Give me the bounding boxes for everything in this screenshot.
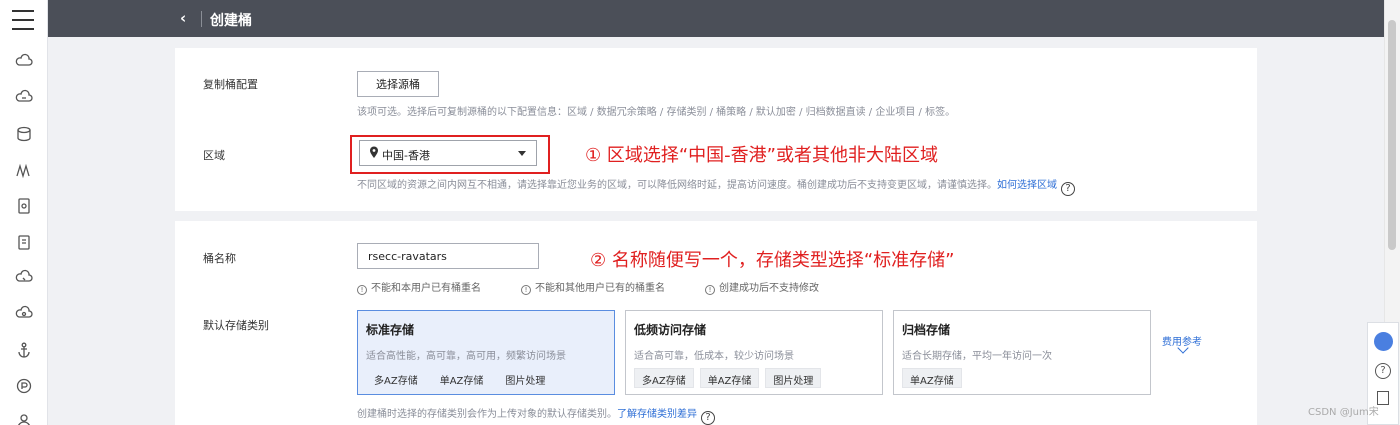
menu-icon[interactable] (12, 10, 34, 30)
cloud-compute-icon[interactable] (14, 88, 34, 108)
option-title: 归档存储 (902, 323, 951, 337)
region-select[interactable]: 中国-香港 (359, 140, 537, 166)
tag-multi-az: 多AZ存储 (634, 368, 694, 388)
bucket-name-rule: ! 创建成功后不支持修改 (705, 279, 819, 295)
back-icon[interactable]: ‹ (180, 9, 186, 27)
option-desc: 适合高性能，高可靠，高可用，频繁访问场景 (366, 351, 566, 362)
tag-single-az: 单AZ存储 (439, 376, 484, 387)
region-selected-value: 中国-香港 (382, 149, 430, 162)
select-source-bucket-button[interactable]: 选择源桶 (357, 71, 439, 97)
storage-option-infrequent[interactable]: 低频访问存储 适合高可靠，低成本，较少访问场景 多AZ存储 单AZ存储 图片处理 (625, 310, 883, 395)
bucket-name-rule: ! 不能和其他用户已有的桶重名 (521, 279, 665, 295)
help-icon[interactable]: ? (1061, 182, 1075, 196)
tag-image-processing: 图片处理 (505, 376, 546, 387)
info-icon: ! (521, 285, 531, 295)
database-icon[interactable] (14, 124, 34, 144)
help-icon[interactable]: ? (701, 411, 715, 425)
scrollbar-thumb[interactable] (1388, 20, 1396, 250)
region-hint: 不同区域的资源之间内网互不相通，请选择靠近您业务的区域，可以降低网络时延，提高访… (357, 176, 1075, 196)
anchor-icon[interactable] (14, 340, 34, 360)
customer-service-icon[interactable] (1374, 332, 1393, 351)
info-icon: ! (357, 285, 367, 295)
storage-class-label: 默认存储类别 (203, 319, 269, 332)
tag-single-az: 单AZ存储 (902, 368, 962, 388)
chevron-down-icon (518, 151, 526, 156)
region-hint-text: 不同区域的资源之间内网互不相通，请选择靠近您业务的区域，可以降低网络时延，提高访… (357, 180, 997, 191)
divider (201, 11, 202, 27)
watermark: CSDN @Jum宋 (1308, 407, 1379, 418)
storage-class-hint: 创建桶时选择的存储类别会作为上传对象的默认存储类别。了解存储类别差异? (357, 405, 715, 425)
page-title: 创建桶 (210, 13, 252, 29)
storage-class-hint-text: 创建桶时选择的存储类别会作为上传对象的默认存储类别。 (357, 409, 617, 420)
cloud-monitor-icon[interactable] (14, 268, 34, 288)
bucket-name-label: 桶名称 (203, 252, 236, 265)
bucket-name-annotation: ② 名称随便写一个，存储类型选择“标准存储” (590, 250, 955, 271)
bucket-name-input[interactable]: rsecc-ravatars (357, 243, 539, 269)
option-title: 低频访问存储 (634, 323, 707, 337)
feedback-icon[interactable] (1377, 391, 1389, 405)
replicate-region-card: 复制桶配置 选择源桶 该项可选。选择后可复制源桶的以下配置信息：区域 / 数据冗… (175, 48, 1257, 211)
storage-class-diff-link[interactable]: 了解存储类别差异 (617, 409, 697, 420)
how-to-choose-region-link[interactable]: 如何选择区域 (997, 180, 1057, 191)
location-pin-icon (370, 146, 378, 158)
tag-single-az: 单AZ存储 (699, 368, 760, 388)
region-label: 区域 (203, 149, 225, 162)
option-desc: 适合高可靠，低成本，较少访问场景 (634, 351, 794, 362)
storage-icon[interactable] (14, 196, 34, 216)
help-icon[interactable]: ? (1375, 363, 1391, 379)
tag-image-processing: 图片处理 (765, 368, 822, 388)
storage-option-standard[interactable]: 标准存储 适合高性能，高可靠，高可用，频繁访问场景 多AZ存储 单AZ存储 图片… (357, 310, 615, 395)
user-icon[interactable] (14, 410, 34, 425)
cloud-service-icon[interactable] (14, 52, 34, 72)
region-annotation: ① 区域选择“中国-香港”或者其他非大陆区域 (585, 145, 939, 166)
left-nav-rail (0, 0, 48, 425)
option-desc: 适合长期存储，平均一年访问一次 (902, 351, 1052, 362)
replicate-label: 复制桶配置 (203, 78, 258, 91)
info-icon: ! (705, 285, 715, 295)
replicate-hint: 该项可选。选择后可复制源桶的以下配置信息：区域 / 数据冗余策略 / 存储类别 … (357, 107, 956, 118)
backup-icon[interactable] (14, 232, 34, 252)
storage-option-archive[interactable]: 归档存储 适合长期存储，平均一年访问一次 单AZ存储 (893, 310, 1151, 395)
network-icon[interactable] (14, 160, 34, 180)
top-bar: ‹ 创建桶 (48, 0, 1384, 37)
option-title: 标准存储 (366, 323, 415, 337)
bucket-name-rule: ! 不能和本用户已有桶重名 (357, 279, 481, 295)
marketplace-icon[interactable] (14, 376, 34, 396)
tag-multi-az: 多AZ存储 (374, 376, 418, 387)
cloud-security-icon[interactable] (14, 304, 34, 324)
